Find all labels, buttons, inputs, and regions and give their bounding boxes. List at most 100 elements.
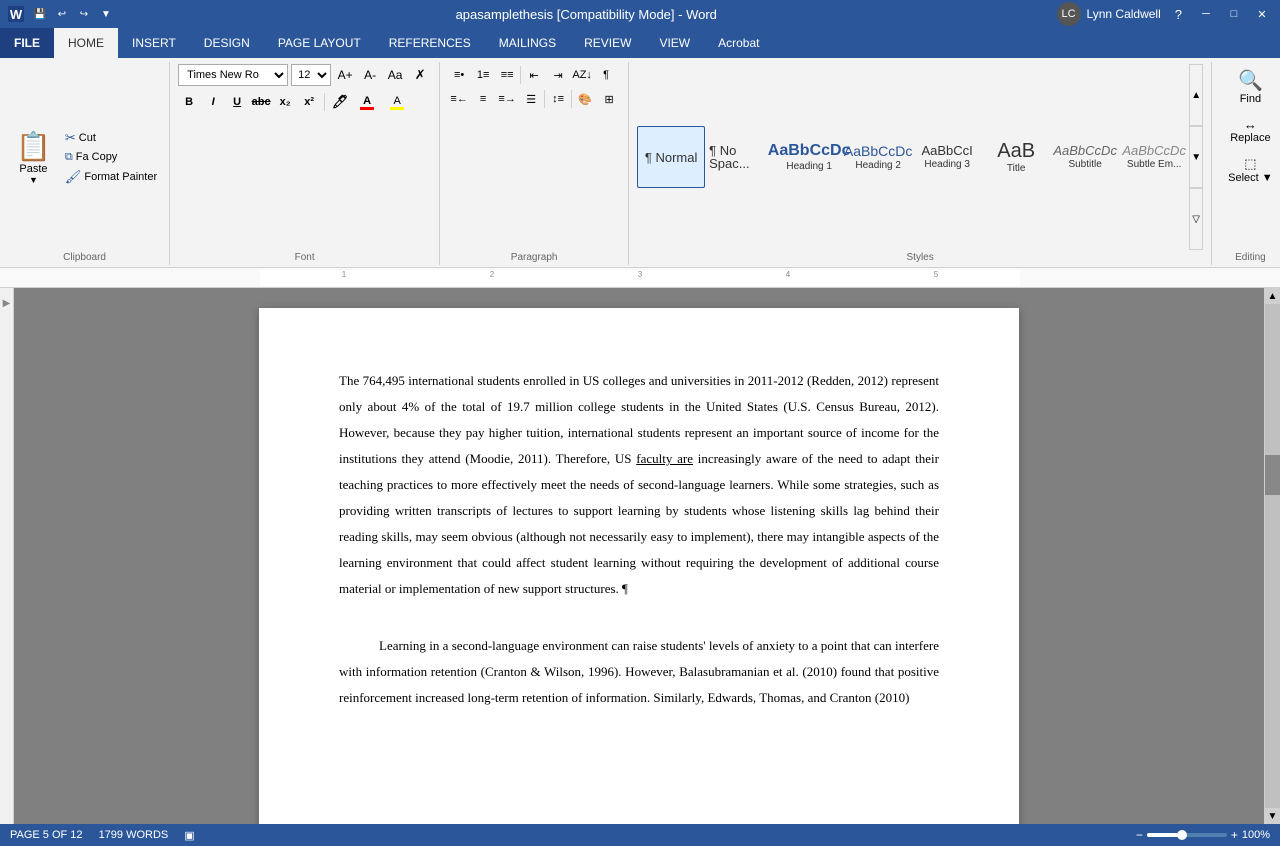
scroll-thumb[interactable] — [1265, 455, 1280, 495]
paragraph-group-label: Paragraph — [448, 250, 620, 263]
word-app-icon: W — [8, 6, 24, 22]
replace-button[interactable]: ↔ Replace — [1222, 113, 1278, 148]
help-button[interactable]: ? — [1169, 5, 1188, 24]
cut-icon: ✂ — [65, 130, 76, 146]
show-marks-button[interactable]: ¶ — [595, 64, 617, 86]
font-family-select[interactable]: Times New Ro — [178, 64, 288, 86]
copy-button[interactable]: ⧉ Fa Copy — [61, 149, 161, 166]
left-margin-bar: ▶ — [0, 288, 14, 824]
paste-label: Paste — [19, 163, 47, 175]
vertical-scrollbar[interactable]: ▲ ▼ — [1264, 288, 1280, 824]
scroll-track[interactable] — [1265, 304, 1280, 808]
clipboard-small-buttons: ✂ Cut ⧉ Fa Copy 🖌 Format Painter — [61, 128, 161, 187]
scroll-down-button[interactable]: ▼ — [1265, 808, 1280, 824]
style-subtle-em[interactable]: AaBbCcDc Subtle Em... — [1120, 126, 1188, 188]
select-button[interactable]: ⬚ Select ▼ — [1220, 152, 1280, 188]
style-heading-1[interactable]: AaBbCcDc Heading 1 — [775, 126, 843, 188]
font-size-select[interactable]: 12 — [291, 64, 331, 86]
undo-quick-btn[interactable]: ↩ — [52, 4, 72, 24]
style-no-spacing[interactable]: ¶ No Spac... — [706, 126, 774, 188]
tab-view[interactable]: VIEW — [645, 28, 704, 58]
style-subtitle[interactable]: AaBbCcDc Subtitle — [1051, 126, 1119, 188]
save-quick-btn[interactable]: 💾 — [30, 4, 50, 24]
font-color-button[interactable]: A — [353, 91, 381, 113]
text-highlight-button[interactable]: 🖊 — [329, 91, 351, 113]
superscript-button[interactable]: x² — [298, 91, 320, 113]
scroll-up-button[interactable]: ▲ — [1265, 288, 1280, 304]
decrease-font-button[interactable]: A- — [359, 64, 381, 86]
tab-references[interactable]: REFERENCES — [375, 28, 485, 58]
bullets-button[interactable]: ≡• — [448, 64, 470, 86]
numbering-button[interactable]: 1≡ — [472, 64, 494, 86]
find-label: Find — [1240, 93, 1261, 105]
line-spacing-button[interactable]: ↕≡ — [547, 88, 569, 110]
tab-mailings[interactable]: MAILINGS — [485, 28, 570, 58]
justify-button[interactable]: ☰ — [520, 88, 542, 110]
align-right-button[interactable]: ≡→ — [496, 88, 518, 110]
cut-label: Cut — [79, 132, 96, 144]
text-highlight-color-button[interactable]: A — [383, 91, 411, 113]
zoom-in-button[interactable]: + — [1231, 828, 1238, 842]
paste-dropdown[interactable]: ▼ — [29, 175, 38, 185]
ribbon: FILE HOME INSERT DESIGN PAGE LAYOUT REFE… — [0, 28, 1280, 268]
replace-icon: ↔ — [1244, 117, 1257, 132]
align-center-button[interactable]: ≡ — [472, 88, 494, 110]
minimize-button[interactable]: ─ — [1196, 4, 1216, 24]
style-title[interactable]: AaB Title — [982, 126, 1050, 188]
subscript-button[interactable]: x₂ — [274, 91, 296, 113]
format-painter-button[interactable]: 🖌 Format Painter — [61, 167, 161, 187]
increase-font-button[interactable]: A+ — [334, 64, 356, 86]
style-heading-2[interactable]: AaBbCcDc Heading 2 — [844, 126, 912, 188]
shading-button[interactable]: 🎨 — [574, 88, 596, 110]
word-count: 1799 WORDS — [99, 829, 169, 841]
clear-format-button[interactable]: ✗ — [409, 64, 431, 86]
increase-indent-button[interactable]: ⇥ — [547, 64, 569, 86]
restore-button[interactable]: □ — [1224, 4, 1244, 24]
strikethrough-button[interactable]: abc — [250, 91, 272, 113]
tab-page-layout[interactable]: PAGE LAYOUT — [264, 28, 375, 58]
borders-button[interactable]: ⊞ — [598, 88, 620, 110]
tab-insert[interactable]: INSERT — [118, 28, 190, 58]
main-area: ▶ The 764,495 international students enr… — [0, 288, 1280, 824]
tab-file[interactable]: FILE — [0, 28, 54, 58]
view-icon[interactable]: ▣ — [184, 829, 194, 842]
bold-button[interactable]: B — [178, 91, 200, 113]
redo-quick-btn[interactable]: ↪ — [74, 4, 94, 24]
style-normal-preview: ¶ Normal — [645, 151, 698, 164]
decrease-indent-button[interactable]: ⇤ — [523, 64, 545, 86]
style-heading-2-label: Heading 2 — [855, 160, 901, 171]
zoom-track[interactable] — [1147, 833, 1227, 837]
format-painter-label: Format Painter — [84, 171, 157, 183]
customize-quick-btn[interactable]: ▼ — [96, 4, 116, 24]
styles-group: ¶ Normal ¶ No Spac... AaBbCcDc Heading 1… — [629, 62, 1212, 265]
tab-review[interactable]: REVIEW — [570, 28, 645, 58]
styles-scroll-down[interactable]: ▼ — [1189, 126, 1203, 188]
multilevel-button[interactable]: ≡≡ — [496, 64, 518, 86]
zoom-thumb[interactable] — [1177, 830, 1187, 840]
clipboard-group-content: 📋 Paste ▼ ✂ Cut ⧉ Fa Copy 🖌 Forma — [8, 64, 161, 250]
font-format-row: B I U abc x₂ x² 🖊 A A — [178, 91, 411, 113]
zoom-slider[interactable]: − + 100% — [1136, 828, 1270, 842]
zoom-out-button[interactable]: − — [1136, 828, 1143, 842]
change-case-button[interactable]: Aa — [384, 64, 406, 86]
styles-group-label: Styles — [637, 250, 1203, 263]
paste-button[interactable]: 📋 Paste ▼ — [8, 126, 59, 189]
copy-label: Fa Copy — [76, 151, 118, 163]
style-heading-3[interactable]: AaBbCcI Heading 3 — [913, 126, 981, 188]
cut-button[interactable]: ✂ Cut — [61, 128, 161, 148]
close-button[interactable]: ✕ — [1252, 4, 1272, 24]
align-left-button[interactable]: ≡← — [448, 88, 470, 110]
ruler-inner: 1 2 3 4 5 — [260, 270, 1020, 286]
tab-design[interactable]: DESIGN — [190, 28, 264, 58]
style-normal[interactable]: ¶ Normal — [637, 126, 705, 188]
find-button[interactable]: 🔍 Find — [1230, 64, 1271, 109]
italic-button[interactable]: I — [202, 91, 224, 113]
document-scroll-area[interactable]: The 764,495 international students enrol… — [14, 288, 1264, 824]
styles-expand[interactable]: ▽ — [1189, 188, 1203, 250]
styles-scroll-up[interactable]: ▲ — [1189, 64, 1203, 126]
paste-icon: 📋 — [16, 130, 51, 163]
tab-home[interactable]: HOME — [54, 28, 118, 58]
sort-button[interactable]: AZ↓ — [571, 64, 593, 86]
tab-acrobat[interactable]: Acrobat — [704, 28, 773, 58]
underline-button[interactable]: U — [226, 91, 248, 113]
